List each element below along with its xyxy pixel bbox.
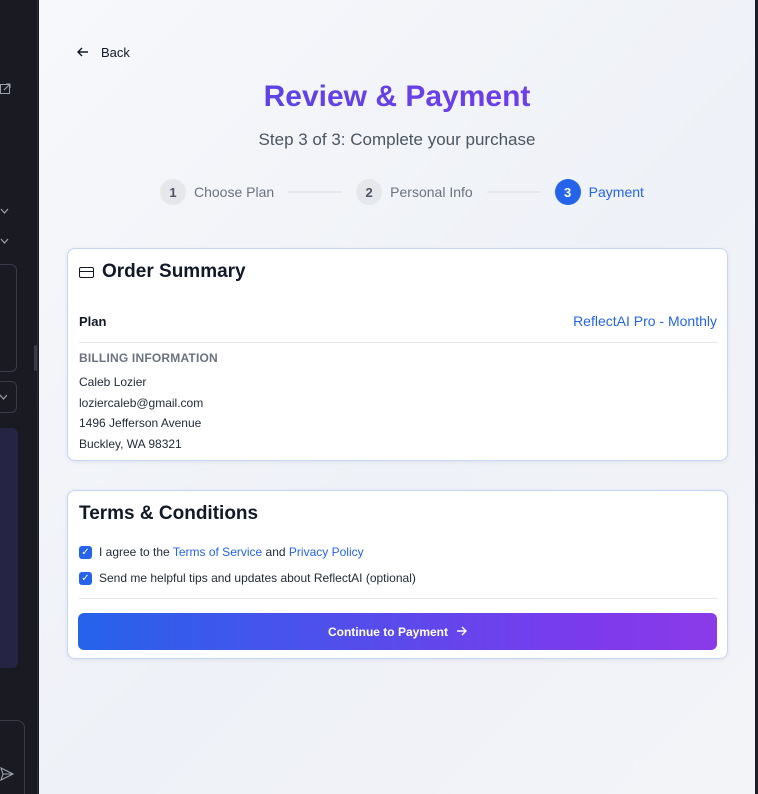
divider	[79, 342, 717, 343]
back-button[interactable]: Back	[77, 44, 130, 60]
privacy-policy-link[interactable]: Privacy Policy	[289, 545, 364, 559]
plan-value: ReflectAI Pro - Monthly	[573, 313, 717, 329]
tips-opt-in-row: ✓ Send me helpful tips and updates about…	[79, 571, 416, 585]
step-number: 2	[356, 179, 383, 205]
agree-terms-label: I agree to the Terms of Service and Priv…	[99, 545, 364, 559]
send-icon[interactable]	[0, 766, 15, 784]
billing-name: Caleb Lozier	[79, 375, 147, 389]
step-number: 3	[554, 179, 581, 205]
and-text: and	[265, 545, 286, 559]
order-summary-header: Order Summary	[79, 261, 246, 283]
billing-heading: BILLING INFORMATION	[79, 351, 218, 365]
agree-prefix: I agree to the	[99, 545, 170, 559]
billing-city: Buckley, WA 98321	[79, 436, 182, 451]
arrow-left-icon	[77, 44, 89, 60]
arrow-right-icon	[456, 625, 467, 639]
step-label: Personal Info	[390, 184, 473, 200]
app-sidebar	[0, 0, 38, 794]
step-number: 1	[160, 179, 186, 205]
page-subtitle: Step 3 of 3: Complete your purchase	[258, 130, 536, 149]
chevron-down-icon[interactable]	[0, 237, 9, 248]
step-label: Payment	[588, 184, 644, 200]
tips-opt-in-label: Send me helpful tips and updates about R…	[99, 571, 416, 585]
continue-to-payment-button[interactable]: Continue to Payment	[78, 613, 717, 650]
review-payment-page: Back Review & Payment Step 3 of 3: Compl…	[39, 0, 755, 794]
divider	[79, 598, 717, 599]
cta-label: Continue to Payment	[327, 624, 448, 639]
chevron-down-icon[interactable]	[0, 393, 8, 404]
plan-label: Plan	[79, 313, 107, 329]
step-personal-info[interactable]: 2 Personal Info	[356, 179, 473, 205]
terms-title: Terms & Conditions	[79, 503, 259, 524]
credit-card-icon	[79, 266, 94, 278]
step-label: Choose Plan	[194, 184, 275, 200]
order-summary-card: Order Summary Plan ReflectAI Pro - Month…	[67, 248, 728, 461]
step-connector	[288, 191, 343, 193]
resize-handle[interactable]	[34, 345, 37, 371]
agree-terms-row: ✓ I agree to the Terms of Service and Pr…	[79, 545, 364, 559]
page-title: Review & Payment	[39, 80, 755, 114]
order-summary-title: Order Summary	[102, 261, 246, 282]
step-connector	[486, 191, 541, 193]
billing-email: loziercaleb@gmail.com	[79, 395, 204, 410]
sidebar-highlight-panel	[0, 428, 18, 668]
sidebar-panel	[0, 264, 17, 372]
billing-info: Caleb Lozier loziercaleb@gmail.com 1496 …	[79, 375, 203, 457]
external-link-icon[interactable]	[0, 83, 11, 97]
agree-terms-checkbox[interactable]: ✓	[79, 545, 92, 559]
tips-opt-in-checkbox[interactable]: ✓	[79, 571, 92, 585]
back-label: Back	[101, 44, 130, 60]
plan-row: Plan ReflectAI Pro - Monthly	[79, 313, 717, 329]
terms-card: Terms & Conditions ✓ I agree to the Term…	[67, 490, 728, 659]
terms-of-service-link[interactable]: Terms of Service	[173, 545, 262, 559]
progress-stepper: 1 Choose Plan 2 Personal Info 3 Payment	[160, 179, 644, 205]
step-choose-plan[interactable]: 1 Choose Plan	[160, 179, 274, 205]
step-payment[interactable]: 3 Payment	[554, 179, 644, 205]
billing-street: 1496 Jefferson Avenue	[79, 416, 202, 430]
chevron-down-icon[interactable]	[0, 207, 9, 218]
